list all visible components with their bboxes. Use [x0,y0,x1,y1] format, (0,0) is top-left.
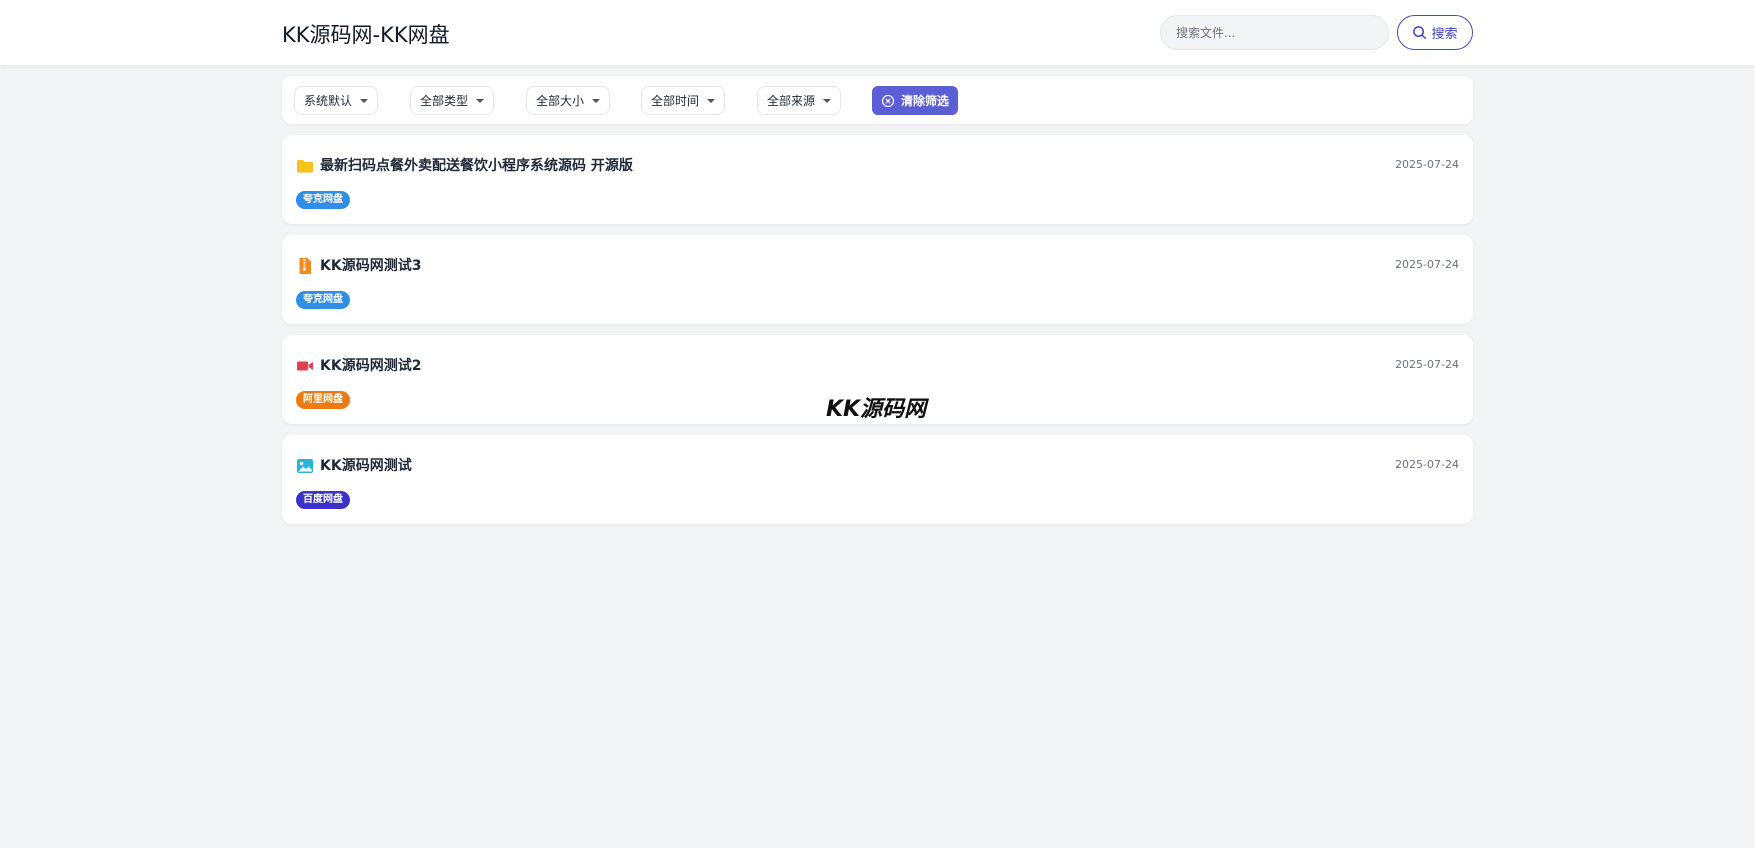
source-badge: 夸克网盘 [296,291,350,309]
source-badge: 阿里网盘 [296,391,350,409]
file-title[interactable]: KK源码网测试 [320,455,412,475]
sort-filter[interactable]: 系统默认 [294,86,379,115]
time-filter-label: 全部时间 [651,94,700,108]
file-card[interactable]: 最新扫码点餐外卖配送餐饮小程序系统源码 开源版 2025-07-24 夸克网盘 [282,135,1473,224]
file-date: 2025-07-24 [1395,458,1459,471]
search-input[interactable] [1160,15,1389,50]
file-date: 2025-07-24 [1395,358,1459,371]
watermark-text: KK源码网 [826,397,927,422]
file-title[interactable]: KK源码网测试3 [320,255,421,275]
source-badge: 夸克网盘 [296,191,350,209]
search-button[interactable]: 搜索 [1397,15,1473,50]
image-file-icon [297,459,313,473]
caret-down-icon [360,98,369,103]
file-date: 2025-07-24 [1395,158,1459,171]
filter-bar: 系统默认 全部类型 全部大小 全部时间 全部来源 清除筛选 [282,76,1473,124]
size-filter[interactable]: 全部大小 [526,86,611,115]
file-card[interactable]: KK源码网测试 2025-07-24 百度网盘 [282,435,1473,524]
source-filter[interactable]: 全部来源 [757,86,842,115]
clear-filters-button[interactable]: 清除筛选 [872,86,958,115]
clear-filters-label: 清除筛选 [900,94,949,108]
source-badge: 百度网盘 [296,491,350,509]
source-filter-label: 全部来源 [767,94,816,108]
caret-down-icon [592,98,601,103]
type-filter[interactable]: 全部类型 [410,86,495,115]
file-date: 2025-07-24 [1395,258,1459,271]
file-title[interactable]: 最新扫码点餐外卖配送餐饮小程序系统源码 开源版 [320,155,633,175]
caret-down-icon [476,98,485,103]
video-camera-icon [297,361,313,371]
caret-down-icon [707,98,716,103]
file-card[interactable]: KK源码网测试3 2025-07-24 夸克网盘 [282,235,1473,324]
site-title[interactable]: KK源码网-KK网盘 [282,19,450,49]
sort-filter-label: 系统默认 [304,94,353,108]
archive-file-icon [299,258,311,274]
search-button-label: 搜索 [1431,27,1458,42]
top-header: KK源码网-KK网盘 搜索 [0,0,1755,65]
folder-icon [297,160,313,173]
caret-down-icon [823,98,832,103]
search-icon [1413,26,1427,40]
time-filter[interactable]: 全部时间 [641,86,726,115]
type-filter-label: 全部类型 [420,94,469,108]
file-title[interactable]: KK源码网测试2 [320,355,421,375]
clear-circle-icon [881,94,895,107]
size-filter-label: 全部大小 [536,94,585,108]
